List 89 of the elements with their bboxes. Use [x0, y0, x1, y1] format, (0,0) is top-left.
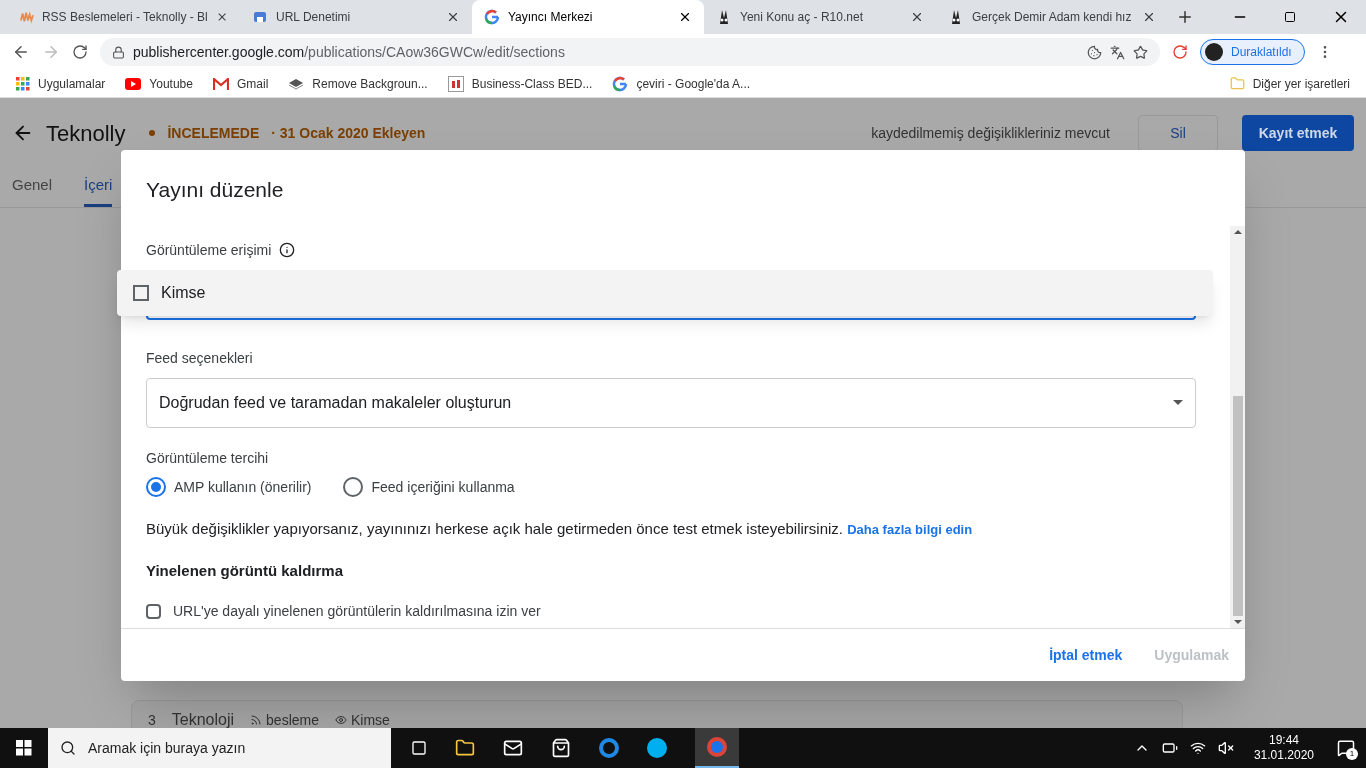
cancel-button[interactable]: İptal etmek [1049, 644, 1123, 666]
close-icon[interactable] [910, 10, 924, 24]
lock-icon [112, 45, 125, 59]
section-name: Teknoloji [171, 710, 235, 730]
bookmark-item[interactable]: Uygulamalar [16, 74, 106, 93]
added-date: · 31 Ocak 2020 Ekleyen [271, 123, 426, 143]
layers-icon [288, 77, 305, 90]
eye-icon [335, 714, 347, 726]
scroll-down-icon[interactable] [1233, 620, 1242, 624]
bookmark-item[interactable]: Business-Class BED... [447, 74, 593, 93]
test-note: Büyük değişiklikler yapıyorsanız, yayınınızı herkese açık hale getirmeden önce test etmek isteyebilirsiniz. Daha fazla bilgi edin [146, 518, 974, 539]
bookmark-item[interactable]: Youtube [125, 74, 193, 93]
back-icon[interactable] [12, 43, 30, 61]
mail-icon[interactable] [503, 738, 523, 758]
menu-option[interactable]: Kimse [117, 270, 1213, 316]
close-icon[interactable] [446, 10, 460, 24]
search-placeholder: Aramak için buraya yazın [88, 738, 246, 758]
bookmark-item[interactable]: Remove Backgroun... [288, 74, 428, 93]
radio-label: AMP kullanın (önerilir) [174, 477, 312, 497]
browser-tab[interactable]: Yeni Konu aç - R10.net [704, 0, 936, 34]
browser-tab[interactable]: Yayıncı Merkezi [472, 0, 704, 34]
chrome-taskbar-icon[interactable] [695, 728, 739, 768]
avatar-icon [1205, 43, 1223, 61]
section-visibility: Kimse [351, 710, 390, 730]
waveform-icon [20, 9, 34, 25]
dropdown-caret-icon [1173, 400, 1183, 405]
folder-icon [1229, 76, 1245, 91]
sync-icon[interactable] [1172, 44, 1188, 60]
bookmark-item[interactable]: çeviri - Google'da A... [612, 74, 751, 93]
translate-icon[interactable] [1110, 44, 1125, 60]
bookmark-item[interactable]: Gmail [212, 74, 269, 93]
checkbox-label: URL'ye dayalı yinelenen görüntülerin kaldırılmasına izin ver [173, 601, 541, 621]
search-icon [60, 740, 76, 756]
other-bookmarks[interactable]: Diğer yer işaretleri [1229, 74, 1350, 93]
url-path: /publications/CAow36GWCw/edit/sections [304, 42, 565, 62]
save-button[interactable]: Kayıt etmek [1242, 115, 1354, 151]
task-view-icon[interactable] [411, 740, 427, 756]
address-bar[interactable]: publishercenter.google.com/publications/CAow36GWCw/edit/sections [100, 38, 1160, 66]
radio-button[interactable] [146, 477, 166, 497]
section-source: besleme [266, 710, 319, 730]
feed-select[interactable]: Doğrudan feed ve taramadan makaleler oluşturun [146, 377, 1196, 428]
status-label: İNCELEMEDE [167, 123, 260, 143]
google-icon [484, 9, 500, 25]
section-number: 3 [148, 710, 156, 730]
browser-tab[interactable]: URL Denetimi [240, 0, 472, 34]
apps-grid-icon [16, 76, 30, 91]
maximize-icon[interactable] [1284, 11, 1296, 23]
dialog-title: Yayını düzenle [145, 177, 285, 203]
reload-icon[interactable] [72, 44, 88, 60]
field-label: Feed seçenekleri [146, 348, 254, 368]
play-logo-icon [125, 77, 142, 90]
wifi-icon[interactable] [1189, 740, 1206, 756]
unsaved-notice: kaydedilmemiş değişiklikleriniz mevcut [871, 123, 1110, 143]
scroll-up-icon[interactable] [1233, 229, 1242, 234]
url-host: publishercenter.google.com [133, 42, 305, 62]
close-icon[interactable] [678, 10, 692, 24]
cookie-icon[interactable] [1087, 44, 1102, 60]
close-icon[interactable] [1142, 10, 1156, 24]
page-tab[interactable]: İçeri [84, 173, 113, 207]
clock-date[interactable]: 31.01.2020 [1253, 748, 1314, 763]
skype-icon[interactable] [647, 738, 667, 758]
battery-icon[interactable] [1161, 740, 1178, 756]
feed-icon [250, 714, 263, 726]
browser-tab[interactable]: RSS Beslemeleri - Teknolly - Bl [8, 0, 240, 34]
windows-logo-icon[interactable] [16, 740, 32, 756]
profile-button[interactable]: Duraklatıldı [1200, 39, 1305, 65]
checkbox[interactable] [146, 603, 161, 619]
google-icon [612, 75, 629, 92]
nf-logo-icon [447, 75, 464, 92]
field-label: Görüntüleme erişimi [146, 240, 272, 260]
clock-time[interactable]: 19:44 [1268, 733, 1299, 748]
scrollbar-thumb[interactable] [1232, 396, 1243, 616]
page-tab[interactable]: Genel [12, 173, 53, 207]
taskbar-search-field[interactable]: Aramak için buraya yazın [48, 728, 391, 768]
radio-button[interactable] [343, 477, 364, 497]
publication-title: Teknolly [46, 119, 126, 148]
learn-more-link[interactable]: Daha fazla bilgi edin [847, 521, 973, 537]
info-icon[interactable] [279, 242, 296, 258]
volume-muted-icon[interactable] [1217, 740, 1234, 756]
field-label: Görüntüleme tercihi [146, 448, 270, 468]
file-explorer-icon[interactable] [455, 738, 475, 758]
section-heading: Yinelenen görüntü kaldırma [146, 561, 344, 581]
mail-logo-icon [212, 77, 229, 90]
new-tab-icon[interactable] [1176, 8, 1194, 26]
bookmark-star-icon[interactable] [1133, 44, 1148, 60]
radio-label: Feed içeriğini kullanma [371, 477, 515, 497]
store-icon[interactable] [551, 738, 571, 758]
browser-tab[interactable]: Gerçek Demir Adam kendi hız [936, 0, 1168, 34]
edge-icon[interactable] [599, 738, 619, 758]
